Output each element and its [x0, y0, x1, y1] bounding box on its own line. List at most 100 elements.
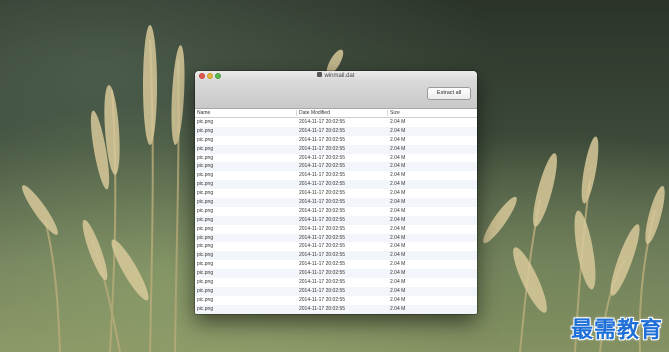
file-date-modified: 2014-11-17 20:02:55 — [299, 172, 346, 179]
file-size: 2.04 M — [390, 216, 406, 223]
file-size: 2.04 M — [390, 172, 406, 179]
file-date-modified: 2014-11-17 20:02:55 — [299, 207, 346, 214]
file-date-modified: 2014-11-17 20:02:55 — [299, 127, 346, 134]
file-name: pic.png — [197, 234, 214, 241]
file-date-modified: 2014-11-17 20:02:55 — [299, 234, 346, 241]
file-date-modified: 2014-11-17 20:02:55 — [299, 287, 346, 294]
file-size: 2.04 M — [390, 119, 406, 125]
file-date-modified: 2014-11-17 20:02:55 — [299, 225, 346, 232]
file-size: 2.04 M — [390, 154, 406, 161]
file-row[interactable]: pic.png 2014-11-17 20:02:55 2.04 M — [195, 198, 477, 207]
list-header: Name Date Modified Size — [195, 109, 477, 118]
file-row[interactable]: pic.png 2014-11-17 20:02:55 2.04 M — [195, 233, 477, 243]
file-row[interactable]: pic.png 2014-11-17 20:02:55 2.04 M — [195, 136, 477, 145]
file-size: 2.04 M — [390, 136, 406, 143]
file-list: Name Date Modified Size pic.png 2014-11-1… — [195, 109, 477, 314]
file-date-modified: 2014-11-17 20:02:55 — [299, 136, 346, 143]
file-name: pic.png — [197, 172, 214, 179]
window-title-container: winmail.dat — [195, 71, 477, 81]
column-header-name[interactable]: Name — [197, 109, 210, 117]
file-date-modified: 2014-11-17 20:02:55 — [299, 154, 346, 161]
file-name: pic.png — [197, 145, 214, 152]
file-size: 2.04 M — [390, 261, 406, 268]
file-name: pic.png — [197, 225, 214, 232]
file-name: pic.png — [197, 216, 214, 223]
file-size: 2.04 M — [390, 270, 406, 277]
file-row[interactable]: pic.png 2014-11-17 20:02:55 2.04 M — [195, 296, 477, 305]
file-date-modified: 2014-11-17 20:02:55 — [299, 270, 346, 277]
file-name: pic.png — [197, 243, 214, 250]
file-row[interactable]: pic.png 2014-11-17 20:02:55 2.04 M — [195, 144, 477, 154]
file-row[interactable]: pic.png 2014-11-17 20:02:55 2.04 M — [195, 118, 477, 127]
file-row[interactable]: pic.png 2014-11-17 20:02:55 2.04 M — [195, 189, 477, 198]
file-row[interactable]: pic.png 2014-11-17 20:02:55 2.04 M — [195, 126, 477, 136]
file-name: pic.png — [197, 163, 214, 170]
file-size: 2.04 M — [390, 199, 406, 206]
file-size: 2.04 M — [390, 190, 406, 197]
file-date-modified: 2014-11-17 20:02:55 — [299, 181, 346, 188]
file-row[interactable]: pic.png 2014-11-17 20:02:55 2.04 M — [195, 278, 477, 287]
file-date-modified: 2014-11-17 20:02:55 — [299, 279, 346, 286]
file-row[interactable]: pic.png 2014-11-17 20:02:55 2.04 M — [195, 225, 477, 234]
file-name: pic.png — [197, 252, 214, 259]
file-row[interactable]: pic.png 2014-11-17 20:02:55 2.04 M — [195, 269, 477, 279]
file-date-modified: 2014-11-17 20:02:55 — [299, 119, 346, 125]
file-date-modified: 2014-11-17 20:02:55 — [299, 296, 346, 303]
file-row[interactable]: pic.png 2014-11-17 20:02:55 2.04 M — [195, 207, 477, 216]
file-date-modified: 2014-11-17 20:02:55 — [299, 163, 346, 170]
document-icon — [317, 72, 323, 78]
file-size: 2.04 M — [390, 279, 406, 286]
column-header-size[interactable]: Size — [390, 109, 400, 117]
file-name: pic.png — [197, 181, 214, 188]
file-size: 2.04 M — [390, 207, 406, 214]
file-date-modified: 2014-11-17 20:02:55 — [299, 243, 346, 250]
file-name: pic.png — [197, 279, 214, 286]
file-row[interactable]: pic.png 2014-11-17 20:02:55 2.04 M — [195, 260, 477, 269]
window-title: winmail.dat — [324, 73, 355, 79]
file-date-modified: 2014-11-17 20:02:55 — [299, 261, 346, 268]
title-bar[interactable]: winmail.dat — [195, 71, 477, 81]
file-date-modified: 2014-11-17 20:02:55 — [299, 252, 346, 259]
column-divider — [387, 110, 388, 116]
file-row[interactable]: pic.png 2014-11-17 20:02:55 2.04 M — [195, 171, 477, 180]
file-row[interactable]: pic.png 2014-11-17 20:02:55 2.04 M — [195, 180, 477, 190]
file-date-modified: 2014-11-17 20:02:55 — [299, 305, 346, 312]
archive-window: winmail.dat Extract all Name Date Modifi… — [195, 71, 477, 314]
file-size: 2.04 M — [390, 296, 406, 303]
file-name: pic.png — [197, 296, 214, 303]
file-name: pic.png — [197, 190, 214, 197]
file-row[interactable]: pic.png 2014-11-17 20:02:55 2.04 M — [195, 215, 477, 225]
file-size: 2.04 M — [390, 145, 406, 152]
file-row[interactable]: pic.png 2014-11-17 20:02:55 2.04 M — [195, 286, 477, 296]
watermark-logo: 最需教育 — [570, 318, 663, 343]
file-row[interactable]: pic.png 2014-11-17 20:02:55 2.04 M — [195, 304, 477, 314]
file-date-modified: 2014-11-17 20:02:55 — [299, 199, 346, 206]
file-size: 2.04 M — [390, 225, 406, 232]
column-divider — [296, 110, 297, 116]
desktop-background: winmail.dat Extract all Name Date Modifi… — [0, 0, 669, 352]
file-row[interactable]: pic.png 2014-11-17 20:02:55 2.04 M — [195, 162, 477, 172]
file-date-modified: 2014-11-17 20:02:55 — [299, 216, 346, 223]
file-row[interactable]: pic.png 2014-11-17 20:02:55 2.04 M — [195, 154, 477, 163]
file-name: pic.png — [197, 199, 214, 206]
file-date-modified: 2014-11-17 20:02:55 — [299, 145, 346, 152]
file-size: 2.04 M — [390, 252, 406, 259]
file-size: 2.04 M — [390, 163, 406, 170]
file-size: 2.04 M — [390, 127, 406, 134]
file-name: pic.png — [197, 287, 214, 294]
file-row[interactable]: pic.png 2014-11-17 20:02:55 2.04 M — [195, 251, 477, 261]
file-size: 2.04 M — [390, 181, 406, 188]
file-row[interactable]: pic.png 2014-11-17 20:02:55 2.04 M — [195, 242, 477, 251]
file-size: 2.04 M — [390, 243, 406, 250]
file-size: 2.04 M — [390, 305, 406, 312]
file-date-modified: 2014-11-17 20:02:55 — [299, 190, 346, 197]
file-name: pic.png — [197, 305, 214, 312]
file-size: 2.04 M — [390, 287, 406, 294]
file-name: pic.png — [197, 270, 214, 277]
file-name: pic.png — [197, 261, 214, 268]
file-name: pic.png — [197, 136, 214, 143]
column-header-date-modified[interactable]: Date Modified — [299, 109, 330, 117]
file-size: 2.04 M — [390, 234, 406, 241]
extract-all-button[interactable]: Extract all — [427, 87, 471, 100]
file-name: pic.png — [197, 154, 214, 161]
